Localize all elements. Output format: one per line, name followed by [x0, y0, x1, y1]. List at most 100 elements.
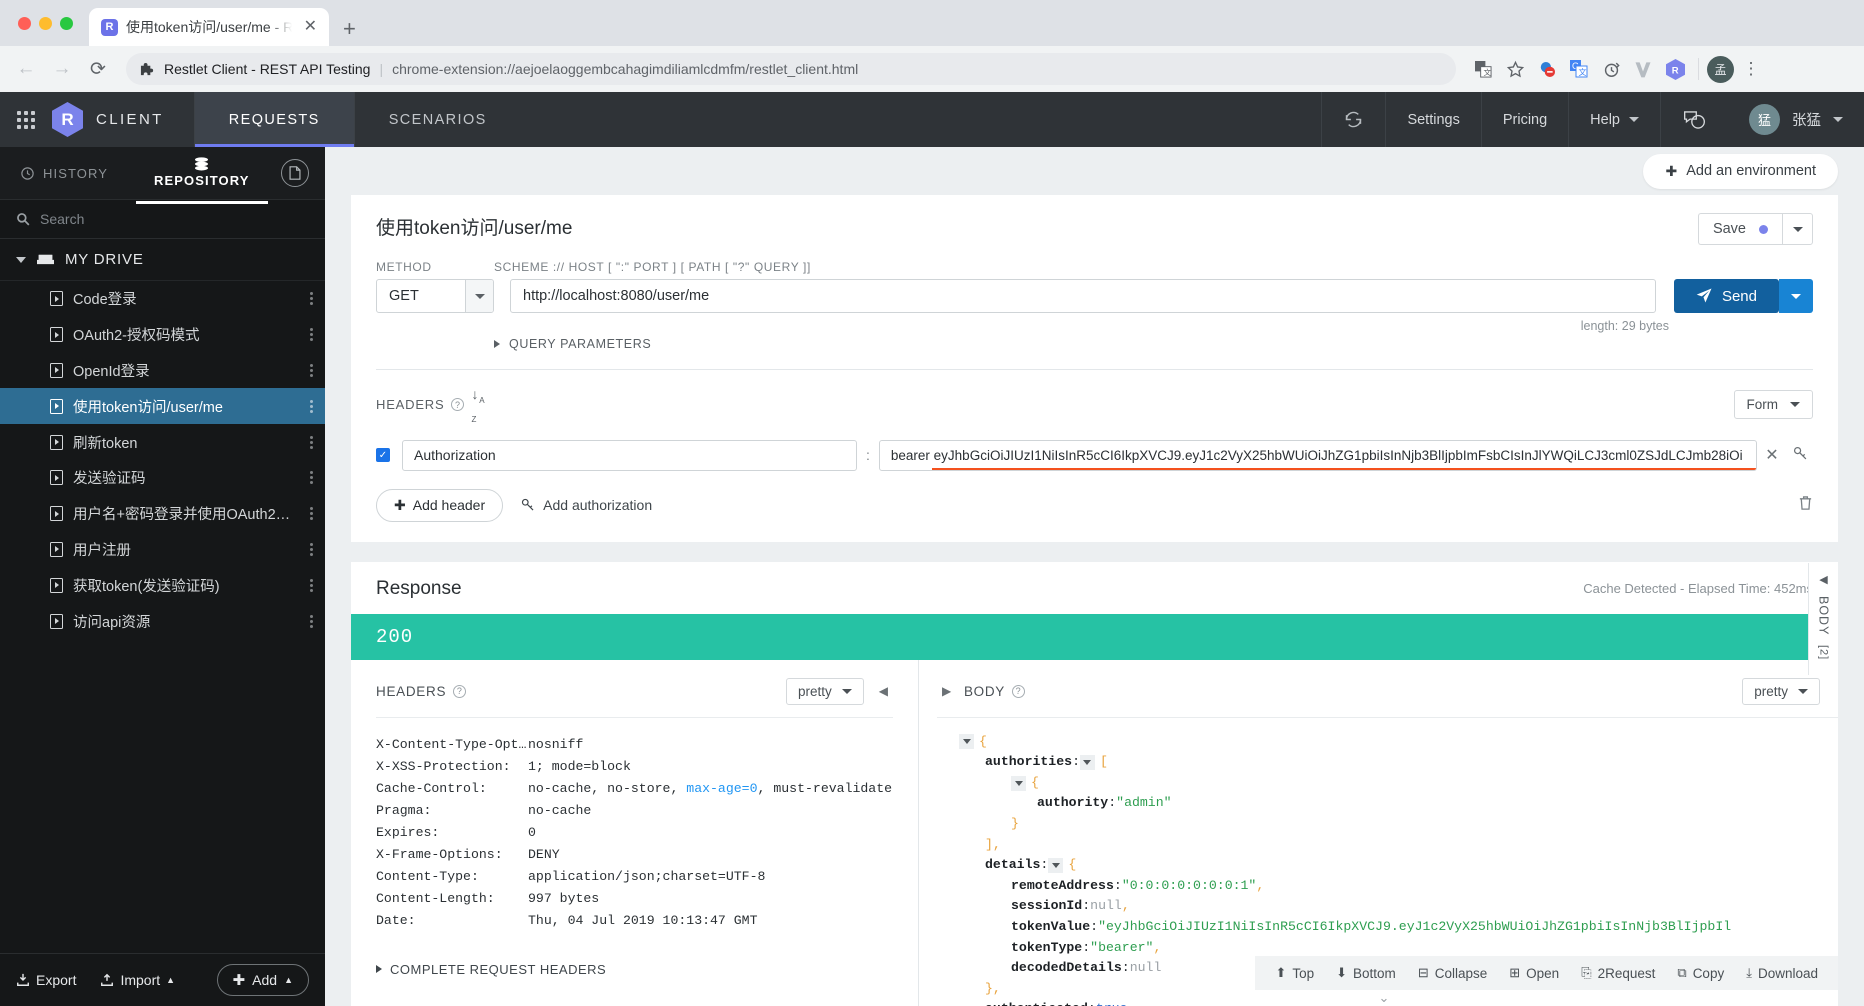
browser-tab[interactable]: R 使用token访问/user/me - Restle ✕ [89, 8, 329, 46]
response-headers-format-select[interactable]: pretty [786, 677, 864, 705]
sidebar-file-item[interactable]: OAuth2-授权码模式 [0, 317, 325, 353]
tab-requests[interactable]: REQUESTS [193, 92, 354, 147]
search-input[interactable]: Search [40, 211, 84, 227]
v-extension-icon[interactable] [1628, 54, 1658, 84]
json-toolbar-top-button[interactable]: ⬆ Top [1275, 965, 1314, 981]
header-enabled-checkbox[interactable]: ✓ [376, 448, 390, 463]
file-menu-icon[interactable] [310, 328, 313, 342]
file-menu-icon[interactable] [310, 399, 313, 413]
google-translate-icon[interactable]: G文 [1564, 54, 1594, 84]
sidebar-doc-button[interactable] [281, 159, 309, 187]
add-button[interactable]: ✚ Add ▲ [216, 964, 309, 996]
sidebar-file-item[interactable]: OpenId登录 [0, 353, 325, 389]
complete-request-headers-toggle[interactable]: COMPLETE REQUEST HEADERS [376, 962, 893, 977]
sidebar-file-item[interactable]: 获取token(发送验证码) [0, 567, 325, 603]
import-button[interactable]: Import ▲ [100, 972, 175, 988]
query-parameters-toggle[interactable]: QUERY PARAMETERS [494, 337, 1813, 351]
json-toolbar-open-button[interactable]: ⊞ Open [1509, 965, 1559, 981]
close-window-button[interactable] [18, 16, 31, 30]
body-side-tab[interactable]: ◀ BODY [2] [1808, 563, 1838, 675]
translate-page-icon[interactable]: 文 [1468, 54, 1498, 84]
adblock-icon[interactable] [1532, 54, 1562, 84]
file-menu-icon[interactable] [310, 292, 313, 306]
save-options-button[interactable] [1782, 213, 1813, 245]
help-circle-icon[interactable]: ? [451, 398, 465, 412]
scroll-down-icon[interactable]: ⌄ [1379, 990, 1390, 1006]
json-toolbar-copy-button[interactable]: ⧉ Copy [1677, 965, 1724, 981]
settings-button[interactable]: Settings [1385, 92, 1480, 147]
send-button[interactable]: Send [1673, 279, 1779, 313]
json-toolbar-bottom-button[interactable]: ⬇ Bottom [1336, 965, 1396, 981]
json-toolbar-2request-button[interactable]: ⎘ 2Request [1581, 965, 1655, 981]
sync-button[interactable] [1321, 92, 1385, 147]
sidebar-file-item[interactable]: 访问api资源 [0, 603, 325, 639]
send-options-button[interactable] [1779, 279, 1813, 313]
key-icon[interactable] [1787, 446, 1813, 465]
json-toolbar-collapse-button[interactable]: ⊟ Collapse [1418, 965, 1487, 981]
headers-format-select[interactable]: Form [1733, 390, 1813, 420]
reload-icon[interactable]: ⟳ [82, 53, 114, 85]
tab-scenarios[interactable]: SCENARIOS [353, 92, 521, 147]
sidebar-file-item[interactable]: 刷新token [0, 424, 325, 460]
file-menu-icon[interactable] [310, 542, 313, 556]
sidebar-drive-row[interactable]: MY DRIVE [0, 239, 1852, 281]
apps-grid-button[interactable] [0, 92, 52, 147]
user-menu[interactable]: 猛 张猛 [1728, 92, 1864, 147]
history-sync-icon[interactable] [1596, 54, 1626, 84]
back-icon[interactable]: ← [10, 53, 42, 85]
add-header-button[interactable]: ✚ Add header [376, 488, 504, 522]
json-punctuation: ], [985, 836, 1001, 852]
pricing-button[interactable]: Pricing [1480, 92, 1568, 147]
sidebar-search[interactable]: Search [0, 199, 325, 239]
add-authorization-button[interactable]: Add authorization [521, 497, 652, 513]
sidebar-file-item[interactable]: 用户名+密码登录并使用OAuth2… [0, 496, 325, 532]
file-menu-icon[interactable] [310, 614, 313, 628]
maximize-window-button[interactable] [60, 16, 73, 30]
json-collapse-toggle[interactable] [1011, 775, 1026, 791]
restlet-extension-icon[interactable]: R [1660, 54, 1690, 84]
file-menu-icon[interactable] [310, 578, 313, 592]
chrome-profile-avatar[interactable]: 孟 [1707, 55, 1734, 83]
chrome-menu-icon[interactable]: ⋮ [1736, 54, 1766, 84]
file-menu-icon[interactable] [310, 471, 313, 485]
new-tab-icon[interactable]: + [343, 18, 356, 40]
sidebar-file-item[interactable]: 用户注册 [0, 532, 325, 568]
file-menu-icon[interactable] [310, 507, 313, 521]
save-button[interactable]: Save [1697, 213, 1782, 245]
minimize-window-button[interactable] [39, 16, 52, 30]
file-menu-icon[interactable] [310, 435, 313, 449]
expand-body-right-icon[interactable]: ▶ [937, 684, 957, 698]
close-tab-icon[interactable]: ✕ [300, 17, 321, 37]
header-key-input[interactable]: Authorization [402, 439, 857, 471]
sidebar-tab-history[interactable]: HISTORY [16, 166, 112, 181]
bookmark-star-icon[interactable] [1500, 54, 1530, 84]
header-value-input[interactable]: bearer eyJhbGciOiJIUzI1NiIsInR5cCI6IkpXV… [878, 439, 1757, 471]
json-punctuation: { [1031, 774, 1039, 790]
sidebar-file-item[interactable]: 发送验证码 [0, 460, 325, 496]
method-select[interactable]: GET [376, 279, 494, 313]
collapse-headers-left-icon[interactable]: ◀ [874, 684, 893, 698]
clear-x-icon[interactable]: ✕ [1757, 445, 1787, 465]
forward-icon[interactable]: → [46, 53, 78, 85]
response-body-format-select[interactable]: pretty [1742, 677, 1820, 705]
sidebar-file-item[interactable]: 使用token访问/user/me [0, 388, 325, 425]
delete-headers-button[interactable] [1798, 495, 1813, 515]
add-environment-button[interactable]: ✚ Add an environment [1643, 153, 1838, 189]
url-input[interactable]: http://localhost:8080/user/me [510, 279, 1656, 313]
file-menu-icon[interactable] [310, 363, 313, 377]
sort-alpha-icon[interactable]: ↓A Z [471, 386, 485, 424]
feedback-chat-button[interactable] [1660, 92, 1728, 147]
json-collapse-toggle[interactable] [1048, 857, 1064, 873]
method-dropdown-button[interactable] [465, 280, 493, 312]
chevron-down-icon[interactable] [16, 256, 26, 263]
json-collapse-toggle[interactable] [1079, 754, 1095, 770]
json-collapse-toggle[interactable] [959, 734, 974, 750]
help-circle-icon[interactable]: ? [453, 684, 467, 698]
export-button[interactable]: Export [16, 972, 76, 988]
address-bar[interactable]: Restlet Client - REST API Testing | chro… [126, 53, 1456, 85]
help-circle-icon[interactable]: ? [1012, 684, 1025, 698]
json-toolbar-download-button[interactable]: ⤓ Download [1746, 965, 1818, 981]
sidebar-tab-repository[interactable]: REPOSITORY [136, 156, 268, 204]
help-menu[interactable]: Help [1568, 92, 1660, 147]
sidebar-file-item[interactable]: Code登录 [0, 281, 325, 317]
